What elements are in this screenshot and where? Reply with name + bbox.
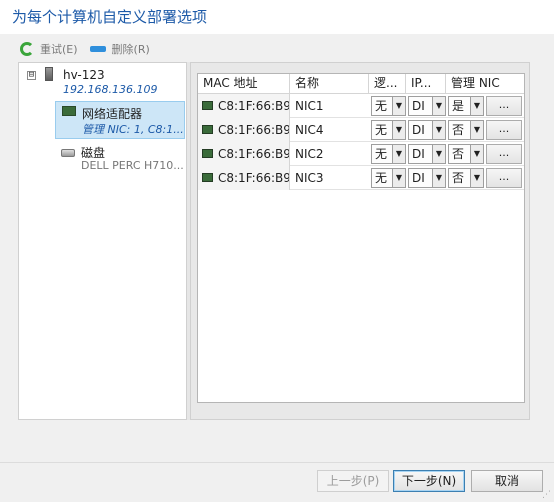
toolbar: 重试(E) 删除(R)	[20, 41, 162, 57]
remove-label: 删除(R)	[111, 43, 150, 56]
mac-cell: C8:1F:66:B9...	[198, 141, 290, 166]
ip-mode-select[interactable]: DI ▼	[408, 119, 446, 140]
management-nic-select[interactable]: 否 ▼	[448, 143, 484, 164]
table-row[interactable]: C8:1F:66:B9... NIC3 无 ▼ DI ▼ 否 ▼ ...	[198, 165, 524, 190]
more-options-button[interactable]: ...	[486, 167, 522, 188]
table-row[interactable]: C8:1F:66:B9... NIC2 无 ▼ DI ▼ 否 ▼ ...	[198, 141, 524, 166]
management-nic-select[interactable]: 否 ▼	[448, 119, 484, 140]
ip-mode-value: DI	[412, 98, 425, 113]
dialog-title: 为每个计算机自定义部署选项	[12, 8, 208, 26]
host-name[interactable]: hv-123	[63, 68, 105, 82]
adapter-name: NIC1	[295, 98, 324, 113]
network-adapter-icon	[202, 125, 213, 134]
detail-pane: MAC 地址 名称 逻... IP... 管理 NIC C8:1F:66:B9.…	[190, 62, 530, 420]
chevron-down-icon[interactable]: ▼	[392, 168, 405, 187]
previous-button[interactable]: 上一步(P)	[317, 470, 389, 492]
column-header-name[interactable]: 名称	[290, 74, 369, 94]
adapter-name: NIC2	[295, 146, 324, 161]
column-header-management-nic[interactable]: 管理 NIC	[446, 74, 524, 94]
chevron-down-icon[interactable]: ▼	[470, 144, 483, 163]
cancel-button[interactable]: 取消	[471, 470, 543, 492]
refresh-icon	[20, 42, 34, 56]
mac-cell: C8:1F:66:B9...	[198, 93, 290, 118]
server-icon	[45, 67, 53, 81]
logical-network-value: 无	[375, 146, 388, 161]
grid-header: MAC 地址 名称 逻... IP... 管理 NIC	[198, 74, 524, 94]
ip-mode-select[interactable]: DI ▼	[408, 167, 446, 188]
network-adapter-icon	[202, 173, 213, 182]
retry-label: 重试(E)	[40, 43, 78, 56]
column-header-ip[interactable]: IP...	[406, 74, 446, 94]
ip-mode-select[interactable]: DI ▼	[408, 95, 446, 116]
network-adapters-summary: 管理 NIC: 1, C8:1...	[82, 123, 184, 136]
next-button[interactable]: 下一步(N)	[393, 470, 465, 492]
chevron-down-icon[interactable]: ▼	[470, 120, 483, 139]
adapter-grid: MAC 地址 名称 逻... IP... 管理 NIC C8:1F:66:B9.…	[197, 73, 525, 403]
disk-summary: DELL PERC H710...	[81, 159, 184, 172]
host-expander[interactable]: ⊟	[27, 71, 36, 80]
logical-network-select[interactable]: 无 ▼	[371, 119, 406, 140]
chevron-down-icon[interactable]: ▼	[432, 96, 445, 115]
chevron-down-icon[interactable]: ▼	[432, 144, 445, 163]
host-tree[interactable]: ⊟ hv-123 192.168.136.109 网络适配器 管理 NIC: 1…	[18, 62, 186, 420]
management-nic-value: 否	[452, 146, 465, 161]
remove-button[interactable]: 删除(R)	[89, 41, 150, 57]
management-nic-select[interactable]: 否 ▼	[448, 167, 484, 188]
tree-item-network-adapters[interactable]: 网络适配器 管理 NIC: 1, C8:1...	[55, 101, 185, 139]
management-nic-value: 否	[452, 122, 465, 137]
mac-address: C8:1F:66:B9...	[218, 122, 289, 137]
more-options-button[interactable]: ...	[486, 143, 522, 164]
resize-grip-icon[interactable]: ⋰	[542, 490, 552, 500]
chevron-down-icon[interactable]: ▼	[392, 144, 405, 163]
mac-cell: C8:1F:66:B9...	[198, 165, 290, 190]
ip-mode-select[interactable]: DI ▼	[408, 143, 446, 164]
adapter-name: NIC3	[295, 170, 324, 185]
chevron-down-icon[interactable]: ▼	[470, 168, 483, 187]
logical-network-select[interactable]: 无 ▼	[371, 95, 406, 116]
more-options-button[interactable]: ...	[486, 119, 522, 140]
network-adapter-icon	[202, 101, 213, 110]
logical-network-value: 无	[375, 98, 388, 113]
retry-button[interactable]: 重试(E)	[20, 41, 78, 57]
management-nic-value: 否	[452, 170, 465, 185]
network-adapter-icon	[62, 106, 76, 116]
mac-address: C8:1F:66:B9...	[218, 170, 289, 185]
chevron-down-icon[interactable]: ▼	[432, 168, 445, 187]
adapter-name: NIC4	[295, 122, 324, 137]
network-adapter-icon	[202, 149, 213, 158]
network-adapters-label: 网络适配器	[82, 107, 143, 121]
disk-icon	[61, 149, 75, 157]
chevron-down-icon[interactable]: ▼	[470, 96, 483, 115]
mac-cell: C8:1F:66:B9...	[198, 117, 290, 142]
logical-network-value: 无	[375, 170, 388, 185]
management-nic-value: 是	[452, 98, 465, 113]
table-row[interactable]: C8:1F:66:B9... NIC1 无 ▼ DI ▼ 是 ▼ ...	[198, 93, 524, 118]
host-ip: 192.168.136.109	[63, 83, 158, 96]
column-header-logical[interactable]: 逻...	[369, 74, 406, 94]
chevron-down-icon[interactable]: ▼	[392, 96, 405, 115]
logical-network-select[interactable]: 无 ▼	[371, 167, 406, 188]
remove-icon	[89, 46, 106, 52]
chevron-down-icon[interactable]: ▼	[432, 120, 445, 139]
ip-mode-value: DI	[412, 122, 425, 137]
mac-address: C8:1F:66:B9...	[218, 146, 289, 161]
more-options-button[interactable]: ...	[486, 95, 522, 116]
chevron-down-icon[interactable]: ▼	[392, 120, 405, 139]
logical-network-value: 无	[375, 122, 388, 137]
ip-mode-value: DI	[412, 170, 425, 185]
mac-address: C8:1F:66:B9...	[218, 98, 289, 113]
management-nic-select[interactable]: 是 ▼	[448, 95, 484, 116]
table-row[interactable]: C8:1F:66:B9... NIC4 无 ▼ DI ▼ 否 ▼ ...	[198, 117, 524, 142]
ip-mode-value: DI	[412, 146, 425, 161]
column-header-mac[interactable]: MAC 地址	[198, 74, 290, 94]
logical-network-select[interactable]: 无 ▼	[371, 143, 406, 164]
